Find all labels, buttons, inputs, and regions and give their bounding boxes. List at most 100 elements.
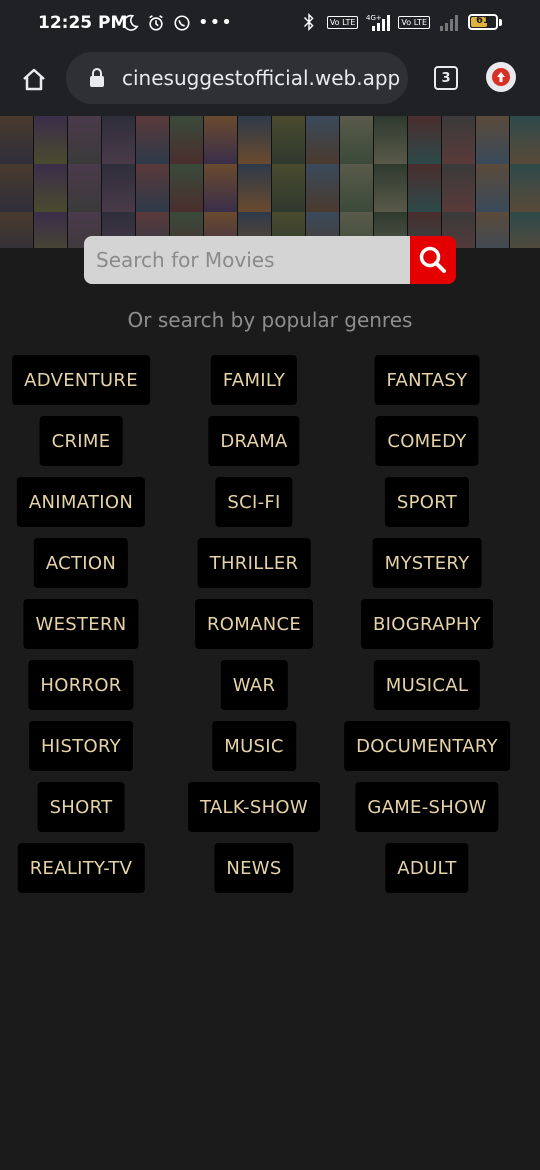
- status-time: 12:25 PM: [38, 13, 128, 33]
- genre-button-romance[interactable]: ROMANCE: [194, 599, 314, 649]
- genre-button-comedy[interactable]: COMEDY: [375, 416, 479, 466]
- movie-poster-thumbnail: [238, 164, 272, 212]
- url-text: cinesuggestofficial.web.app: [122, 66, 401, 90]
- status-icons-right: Vo LTE 4G+ Vo LTE 61: [299, 12, 502, 32]
- genre-button-thriller[interactable]: THRILLER: [197, 538, 311, 588]
- genre-section-heading: Or search by popular genres: [127, 308, 413, 332]
- movie-poster-thumbnail: [510, 116, 540, 164]
- battery-tip: [499, 18, 502, 26]
- update-arrow-icon: [492, 68, 510, 86]
- genre-row: HORROR WAR MUSICAL: [0, 660, 540, 721]
- genre-button-adventure[interactable]: ADVENTURE: [12, 355, 150, 405]
- more-notifications-icon: •••: [198, 12, 233, 33]
- genre-button-game-show[interactable]: GAME-SHOW: [355, 782, 499, 832]
- signal-icon-2: [438, 12, 460, 32]
- genre-grid: ADVENTURE FAMILY FANTASY CRIME DRAMA COMEDY AN…: [0, 355, 540, 904]
- movie-poster-thumbnail: [340, 116, 374, 164]
- genre-button-crime[interactable]: CRIME: [39, 416, 123, 466]
- movie-poster-thumbnail: [408, 164, 442, 212]
- movie-poster-thumbnail: [170, 164, 204, 212]
- address-bar[interactable]: cinesuggestofficial.web.app: [66, 52, 408, 104]
- volte-badge-2: Vo LTE: [398, 15, 430, 29]
- genre-button-music[interactable]: MUSIC: [212, 721, 296, 771]
- genre-button-documentary[interactable]: DOCUMENTARY: [344, 721, 510, 771]
- movie-poster-thumbnail: [272, 116, 306, 164]
- movie-poster-thumbnail: [0, 164, 34, 212]
- battery-indicator: 61: [468, 14, 502, 30]
- moon-icon: [120, 13, 140, 33]
- movie-poster-thumbnail: [0, 116, 34, 164]
- movie-poster-thumbnail: [340, 164, 374, 212]
- volte-badge-1: Vo LTE: [326, 15, 359, 29]
- genre-button-history[interactable]: HISTORY: [29, 721, 133, 771]
- genre-row: ACTION THRILLER MYSTERY: [0, 538, 540, 599]
- movie-poster-thumbnail: [442, 116, 476, 164]
- genre-button-sport[interactable]: SPORT: [384, 477, 470, 527]
- status-bar: 12:25 PM ••• Vo LTE 4G+ Vo LTE 61: [0, 0, 540, 48]
- genre-button-biography[interactable]: BIOGRAPHY: [361, 599, 493, 649]
- status-icons-left: •••: [120, 12, 233, 33]
- genre-row: WESTERN ROMANCE BIOGRAPHY: [0, 599, 540, 660]
- whatsapp-icon: [172, 13, 192, 33]
- search-icon: [419, 246, 446, 273]
- genre-button-sci-fi[interactable]: SCI-FI: [215, 477, 293, 527]
- movie-poster-thumbnail: [68, 116, 102, 164]
- genre-row: REALITY-TV NEWS ADULT: [0, 843, 540, 904]
- movie-poster-thumbnail: [374, 116, 408, 164]
- movie-poster-thumbnail: [0, 212, 34, 248]
- movie-poster-thumbnail: [442, 164, 476, 212]
- movie-poster-thumbnail: [476, 212, 510, 248]
- genre-button-adult[interactable]: ADULT: [385, 843, 469, 893]
- genre-button-western[interactable]: WESTERN: [23, 599, 139, 649]
- update-button[interactable]: [486, 62, 516, 92]
- genre-button-news[interactable]: NEWS: [214, 843, 294, 893]
- battery-percent: 61: [476, 15, 490, 26]
- movie-poster-thumbnail: [34, 164, 68, 212]
- genre-row: HISTORY MUSIC DOCUMENTARY: [0, 721, 540, 782]
- movie-poster-thumbnail: [136, 116, 170, 164]
- genre-button-family[interactable]: FAMILY: [210, 355, 298, 405]
- genre-button-horror[interactable]: HORROR: [28, 660, 134, 710]
- genre-button-musical[interactable]: MUSICAL: [373, 660, 481, 710]
- movie-poster-thumbnail: [510, 212, 540, 248]
- tab-switcher-button[interactable]: 3: [434, 66, 458, 90]
- genre-button-short[interactable]: SHORT: [37, 782, 125, 832]
- genre-button-drama[interactable]: DRAMA: [208, 416, 300, 466]
- search-button[interactable]: [410, 236, 456, 284]
- genre-button-reality-tv[interactable]: REALITY-TV: [17, 843, 145, 893]
- genre-button-mystery[interactable]: MYSTERY: [372, 538, 482, 588]
- genre-button-action[interactable]: ACTION: [33, 538, 129, 588]
- search-input[interactable]: [84, 236, 410, 284]
- battery-icon: 61: [468, 14, 498, 30]
- browser-toolbar: cinesuggestofficial.web.app 3: [0, 48, 540, 116]
- movie-poster-thumbnail: [476, 116, 510, 164]
- movie-poster-thumbnail: [34, 116, 68, 164]
- movie-poster-thumbnail: [136, 164, 170, 212]
- genre-row: ANIMATION SCI-FI SPORT: [0, 477, 540, 538]
- movie-poster-thumbnail: [238, 116, 272, 164]
- search-bar: [84, 236, 456, 284]
- movie-poster-thumbnail: [68, 164, 102, 212]
- signal-icon-1: 4G+: [366, 12, 391, 32]
- genre-row: CRIME DRAMA COMEDY: [0, 416, 540, 477]
- home-button[interactable]: [14, 60, 54, 100]
- alarm-icon: [146, 13, 166, 33]
- genre-button-talk-show[interactable]: TALK-SHOW: [188, 782, 320, 832]
- genre-row: SHORT TALK-SHOW GAME-SHOW: [0, 782, 540, 843]
- genre-button-fantasy[interactable]: FANTASY: [374, 355, 480, 405]
- movie-poster-thumbnail: [408, 116, 442, 164]
- movie-poster-thumbnail: [306, 164, 340, 212]
- home-icon: [23, 68, 45, 91]
- genre-button-animation[interactable]: ANIMATION: [16, 477, 146, 527]
- genre-row: ADVENTURE FAMILY FANTASY: [0, 355, 540, 416]
- movie-poster-thumbnail: [510, 164, 540, 212]
- movie-poster-thumbnail: [102, 164, 136, 212]
- movie-poster-thumbnail: [306, 116, 340, 164]
- lock-icon: [90, 68, 104, 87]
- movie-poster-thumbnail: [374, 164, 408, 212]
- genre-button-war[interactable]: WAR: [220, 660, 288, 710]
- movie-poster-thumbnail: [272, 164, 306, 212]
- movie-poster-thumbnail: [476, 164, 510, 212]
- movie-poster-thumbnail: [102, 116, 136, 164]
- movie-poster-thumbnail: [170, 116, 204, 164]
